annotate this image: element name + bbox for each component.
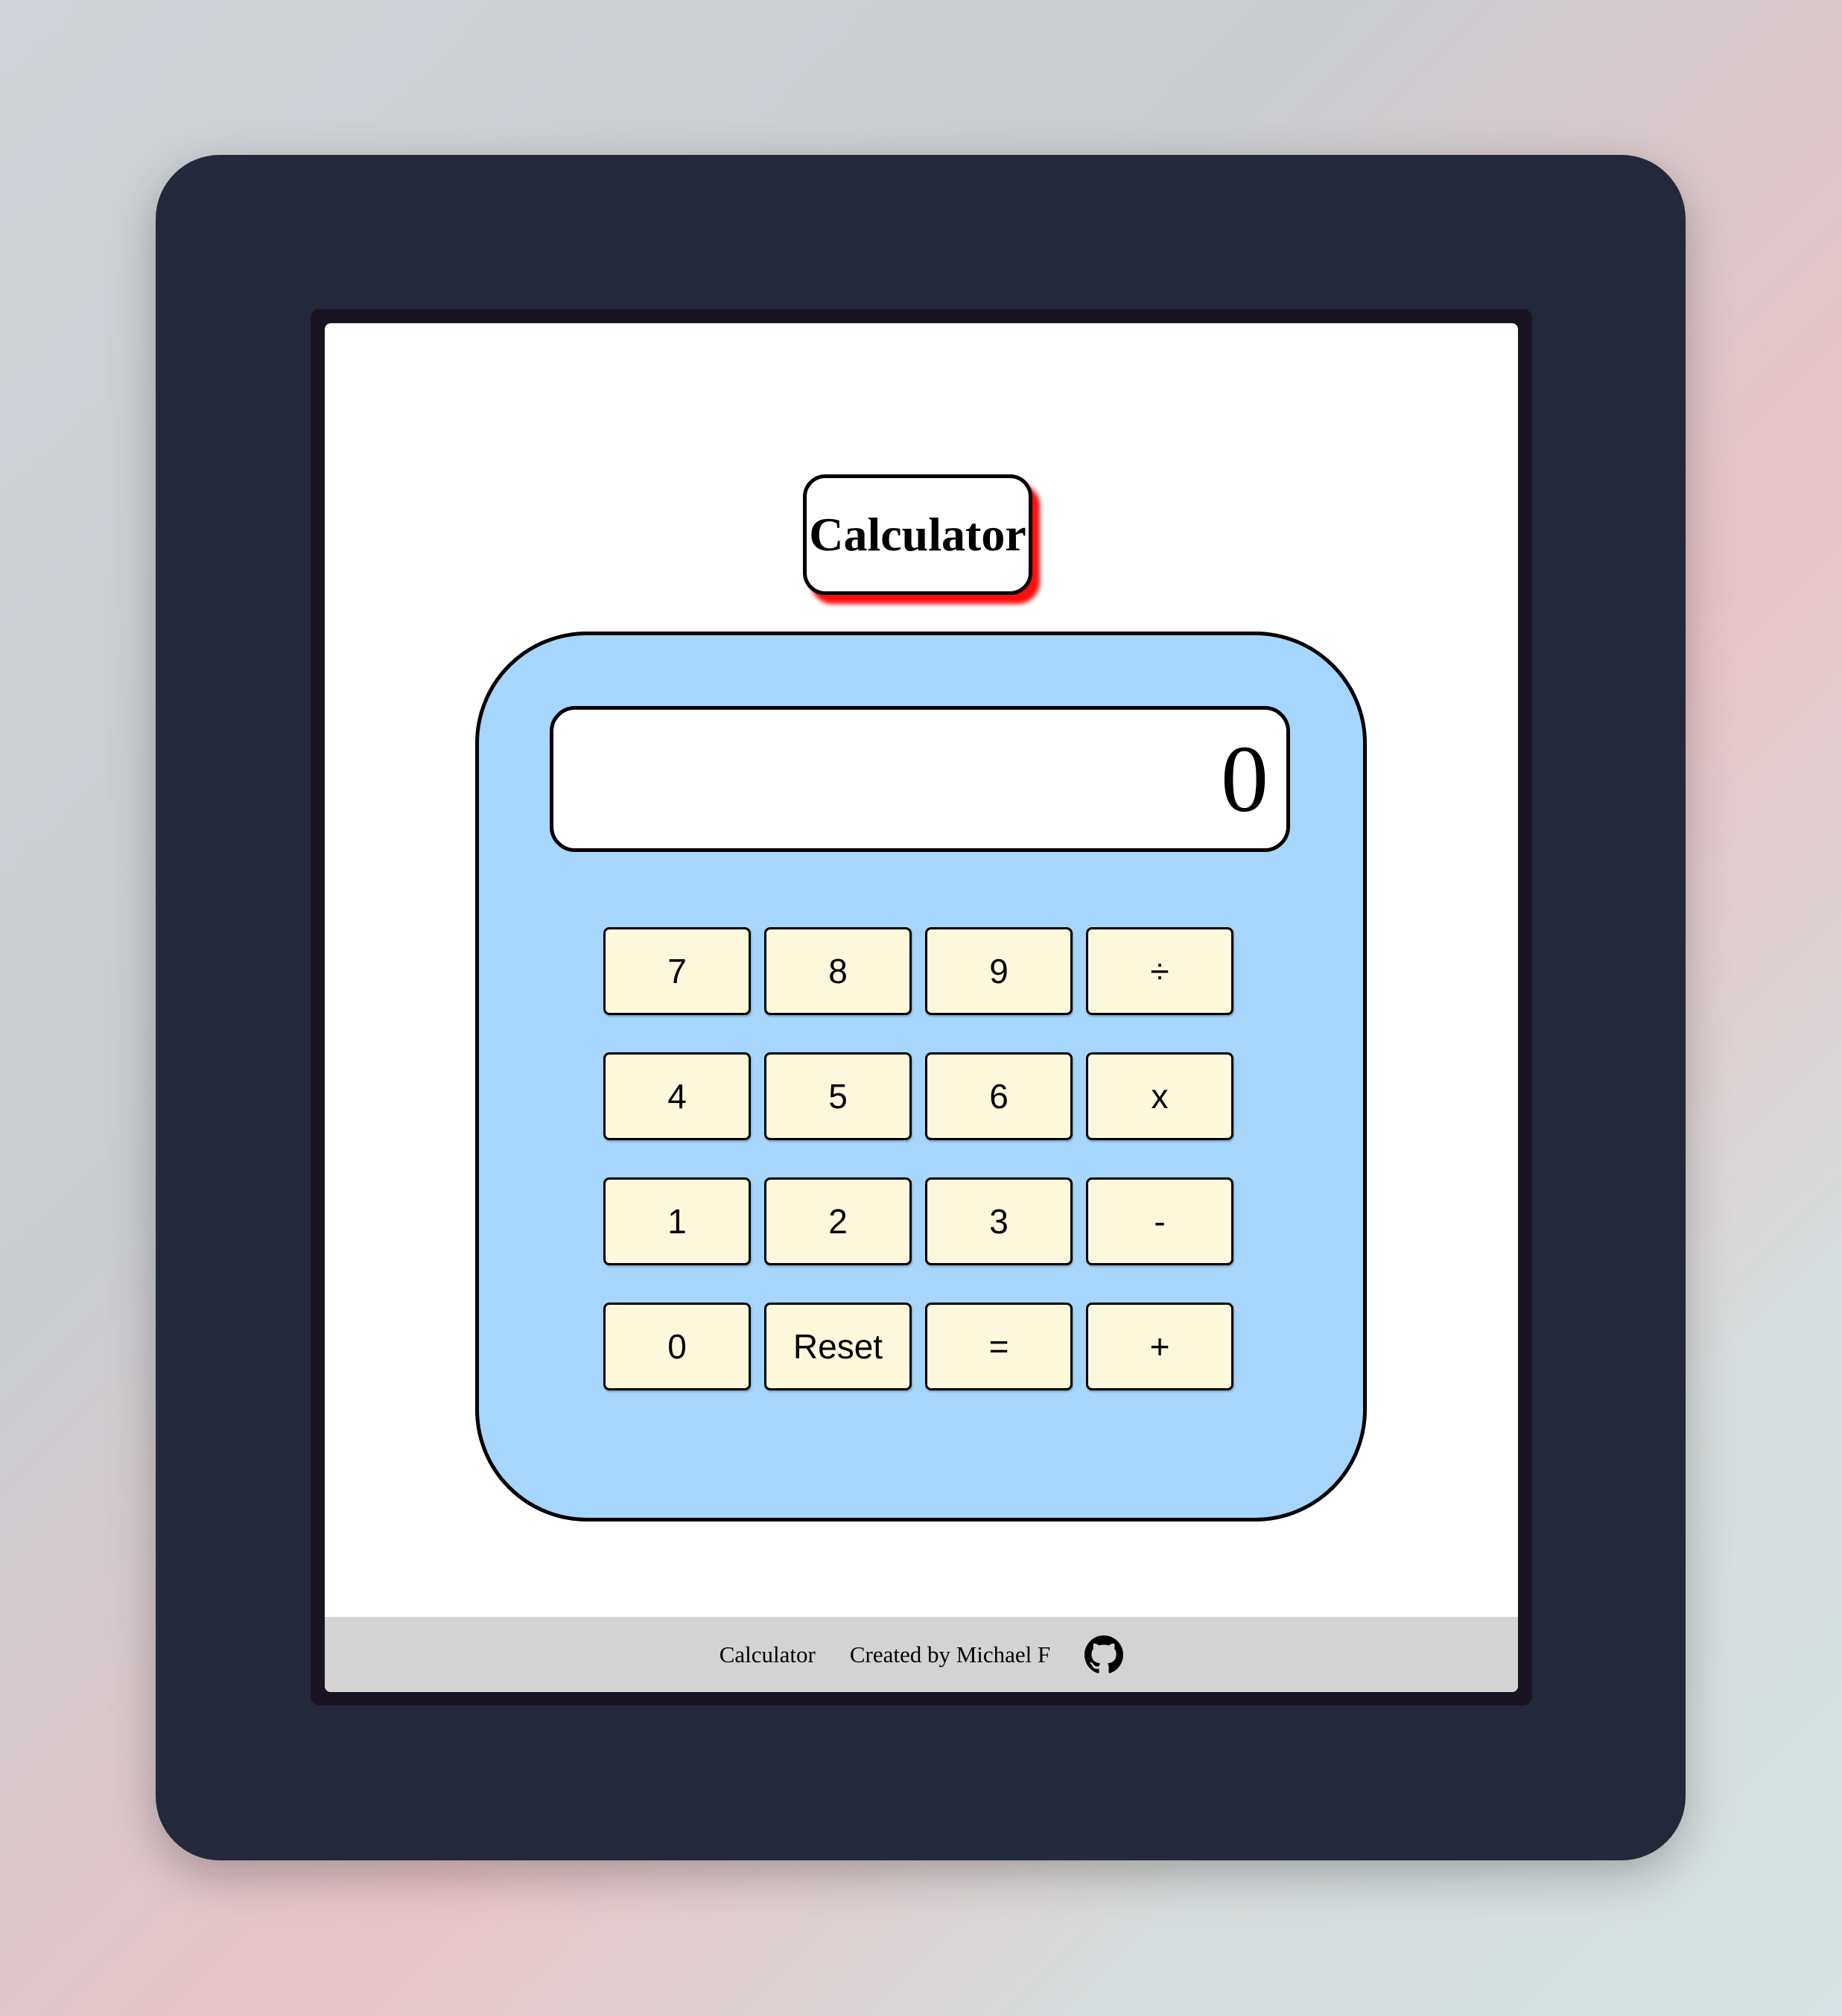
calculator-display: 0 <box>550 706 1290 852</box>
key-6[interactable]: 6 <box>925 1052 1073 1140</box>
key-multiply[interactable]: x <box>1086 1052 1233 1140</box>
footer: Calculator Created by Michael F <box>325 1617 1518 1692</box>
key-add[interactable]: + <box>1086 1303 1233 1390</box>
key-8[interactable]: 8 <box>764 927 912 1015</box>
key-divide[interactable]: ÷ <box>1086 927 1233 1015</box>
calculator-body: 0 7 8 9 ÷ 4 5 6 x 1 2 3 - 0 Reset = + <box>475 632 1367 1521</box>
key-5[interactable]: 5 <box>764 1052 912 1140</box>
key-1[interactable]: 1 <box>603 1177 751 1265</box>
page-title: Calculator <box>803 474 1032 595</box>
key-2[interactable]: 2 <box>764 1177 912 1265</box>
reset-button[interactable]: Reset <box>764 1303 912 1390</box>
github-icon[interactable] <box>1084 1635 1124 1674</box>
keypad: 7 8 9 ÷ 4 5 6 x 1 2 3 - 0 Reset = + <box>603 927 1236 1394</box>
footer-credit: Created by Michael F <box>849 1641 1051 1667</box>
key-4[interactable]: 4 <box>603 1052 751 1140</box>
key-0[interactable]: 0 <box>603 1303 751 1390</box>
key-9[interactable]: 9 <box>925 927 1073 1015</box>
key-subtract[interactable]: - <box>1086 1177 1233 1265</box>
key-3[interactable]: 3 <box>925 1177 1073 1265</box>
page-title-text: Calculator <box>809 508 1026 561</box>
key-7[interactable]: 7 <box>603 927 751 1015</box>
app-window: Calculator 0 7 8 9 ÷ 4 5 6 x 1 2 3 - 0 R… <box>325 323 1518 1692</box>
key-equals[interactable]: = <box>925 1303 1073 1390</box>
display-value: 0 <box>1221 726 1268 832</box>
footer-app-name: Calculator <box>719 1641 816 1667</box>
